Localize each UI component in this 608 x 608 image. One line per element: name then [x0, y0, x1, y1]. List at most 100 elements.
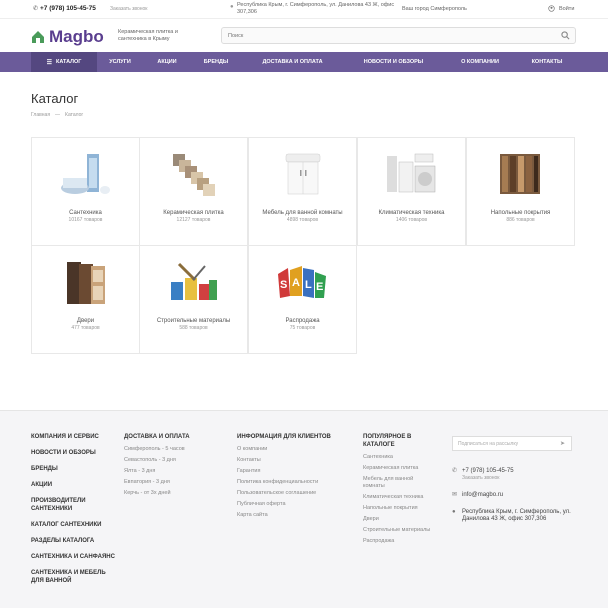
catalog-item-title: Керамическая плитка [163, 210, 224, 216]
footer-link[interactable]: Публичная оферта [237, 499, 357, 510]
login-label: Войти [559, 5, 575, 12]
login-button[interactable]: Войти [548, 5, 574, 12]
footer-link-promotions[interactable]: Акции [31, 481, 116, 489]
header-address: Республика Крым, г. Симферополь, ул. Дан… [237, 2, 395, 15]
location-icon: ● [230, 4, 234, 10]
phone-icon: ✆ [33, 6, 39, 12]
footer-email[interactable]: info@magbo.ru [462, 492, 503, 499]
footer-link[interactable]: О компании [237, 444, 357, 455]
footer-link[interactable]: Гарантия [237, 466, 357, 477]
nav-contacts[interactable]: Контакты [517, 52, 577, 72]
subscribe-input[interactable]: Подписаться на рассылку ➤ [452, 436, 572, 451]
footer-link-brands[interactable]: Бренды [31, 465, 116, 473]
footer-link[interactable]: Строительные материалы [363, 525, 435, 536]
bathroom-furniture-image [285, 153, 321, 195]
footer-heading: Популярное в каталоге [363, 434, 412, 448]
tagline: Керамическая плитка и сантехника в Крыму [118, 29, 178, 42]
menu-icon: ☰ [46, 59, 52, 66]
footer-link[interactable]: Пользовательское соглашение [237, 488, 357, 499]
footer-link[interactable]: Мебель для ванной комнаты [363, 476, 435, 490]
catalog-item-tiles[interactable]: Керамическая плитка 12127 товаров [139, 137, 248, 246]
phone-icon: ✆ [452, 468, 458, 474]
catalog-item-bathroom-furniture[interactable]: Мебель для ванной комнаты 4898 товаров [248, 137, 357, 246]
logo[interactable]: Magbo [31, 27, 104, 47]
breadcrumb: Главная — Каталог [31, 112, 83, 118]
svg-text:S: S [280, 279, 287, 291]
nav-delivery[interactable]: Доставка и оплата [241, 52, 344, 72]
nav-brands[interactable]: Бренды [191, 52, 241, 72]
footer-link[interactable]: Напольные покрытия [363, 503, 435, 514]
catalog-item-plumbing[interactable]: Сантехника 10167 товаров [31, 137, 140, 246]
footer-link-sanitary[interactable]: Сантехника и санфаянс [31, 553, 116, 561]
footer-link[interactable]: Сантехника [363, 452, 435, 463]
catalog-item-title: Двери [76, 318, 95, 324]
flooring-image [500, 154, 540, 194]
search-input[interactable] [222, 28, 542, 43]
breadcrumb-separator: — [55, 112, 61, 118]
footer-link[interactable]: Симферополь - 5 часов [124, 444, 224, 455]
catalog-item-count: 477 товаров [71, 325, 100, 331]
footer-col-delivery: Доставка и оплата Симферополь - 5 часов … [124, 433, 224, 499]
footer-link[interactable]: Распродажа [363, 536, 435, 547]
nav-services[interactable]: Услуги [97, 52, 143, 72]
footer-link-plumbing-catalog[interactable]: Каталог сантехники [31, 521, 116, 529]
catalog-item-title: Климатическая техника [378, 210, 445, 216]
nav-about[interactable]: О компании [443, 52, 517, 72]
catalog-item-title: Напольные покрытия [490, 210, 551, 216]
footer-link-news[interactable]: Новости и обзоры [31, 449, 116, 457]
catalog-item-building-materials[interactable]: Строительные материалы 588 товаров [139, 245, 248, 354]
footer-link[interactable]: Двери [363, 514, 435, 525]
footer-email-block: ✉ info@magbo.ru [452, 492, 503, 499]
catalog-item-title: Строительные материалы [156, 318, 231, 324]
footer-link[interactable]: Климатическая техника [363, 492, 435, 503]
callback-link[interactable]: Заказать звонок [110, 6, 147, 12]
catalog-item-count: 75 товаров [289, 325, 316, 331]
footer-link[interactable]: Карта сайта [237, 510, 357, 521]
catalog-item-climate[interactable]: Климатическая техника 1406 товаров [357, 137, 466, 246]
footer-link[interactable]: Евпатория - 3 дня [124, 477, 224, 488]
catalog-item-count: 588 товаров [179, 325, 208, 331]
catalog-item-flooring[interactable]: Напольные покрытия 886 товаров [466, 137, 575, 246]
page-title: Каталог [31, 91, 79, 106]
catalog-item-count: 12127 товаров [176, 217, 211, 223]
nav-catalog[interactable]: ☰ Каталог [31, 52, 97, 72]
nav-promotions[interactable]: Акции [143, 52, 191, 72]
footer-link[interactable]: Ялта - 3 дня [124, 466, 224, 477]
catalog-item-title: Распродажа [285, 318, 320, 324]
breadcrumb-current: Каталог [65, 112, 84, 118]
footer-phone[interactable]: +7 (978) 105-45-75 [462, 468, 514, 475]
svg-text:L: L [305, 279, 312, 291]
footer-link[interactable]: Керамическая плитка [363, 463, 435, 474]
catalog-item-title: Сантехника [69, 210, 102, 216]
user-icon [548, 5, 555, 12]
footer-callback-link[interactable]: Заказать звонок [462, 475, 514, 482]
footer-link-bathroom[interactable]: Сантехника и мебель для ванной [31, 569, 116, 585]
catalog-item-sale[interactable]: SALE Распродажа 75 товаров [248, 245, 357, 354]
breadcrumb-home[interactable]: Главная [31, 112, 50, 118]
footer-link-company[interactable]: Компания и сервис [31, 433, 116, 441]
catalog-item-count: 1406 товаров [395, 217, 428, 223]
footer-link[interactable]: Керчь - от 3х дней [124, 488, 224, 499]
footer-heading: Информация для клиентов [237, 434, 331, 440]
catalog-item-count: 886 товаров [506, 217, 535, 223]
send-icon[interactable]: ➤ [560, 440, 565, 447]
footer-col-info: Информация для клиентов О компании Конта… [237, 433, 357, 521]
climate-equipment-image [387, 153, 436, 193]
footer-link[interactable]: Контакты [237, 455, 357, 466]
logo-text: Magbo [49, 27, 104, 46]
catalog-item-doors[interactable]: Двери 477 товаров [31, 245, 140, 354]
footer-heading[interactable]: Доставка и оплата [124, 433, 224, 441]
footer-link-manufacturers[interactable]: Производители сантехники [31, 497, 116, 513]
nav-news[interactable]: Новости и обзоры [344, 52, 443, 72]
footer-link-catalog-sections[interactable]: Разделы каталога [31, 537, 116, 545]
header-phone[interactable]: +7 (978) 105-45-75 [40, 5, 96, 12]
city-selector[interactable]: Ваш город Симферополь [402, 6, 467, 12]
search-icon[interactable] [561, 31, 570, 40]
footer-link[interactable]: Политика конфиденциальности [237, 477, 357, 488]
catalog-item-count: 4898 товаров [286, 217, 319, 223]
catalog-item-title: Мебель для ванной комнаты [262, 210, 343, 216]
location-icon: ● [452, 509, 456, 515]
footer-col-popular: Популярное в каталоге Сантехника Керамич… [363, 433, 435, 547]
footer-link[interactable]: Севастополь - 3 дня [124, 455, 224, 466]
main-nav: ☰ Каталог Услуги Акции Бренды Доставка и… [0, 52, 608, 72]
